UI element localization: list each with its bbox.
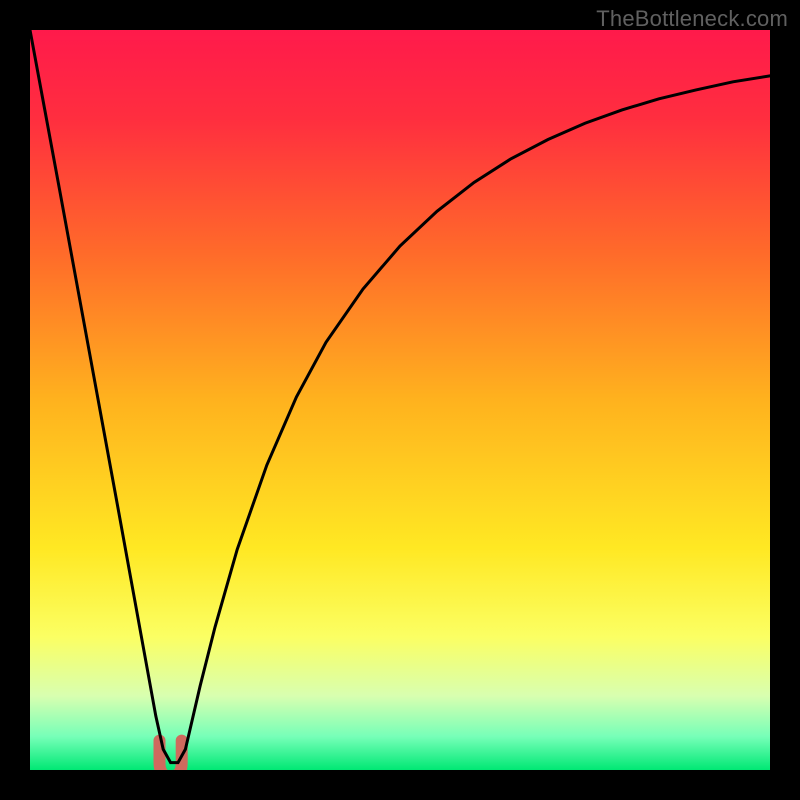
watermark-text: TheBottleneck.com [596,6,788,32]
chart-frame: TheBottleneck.com [0,0,800,800]
plot-area [30,30,770,770]
gradient-background [30,30,770,770]
chart-svg [30,30,770,770]
